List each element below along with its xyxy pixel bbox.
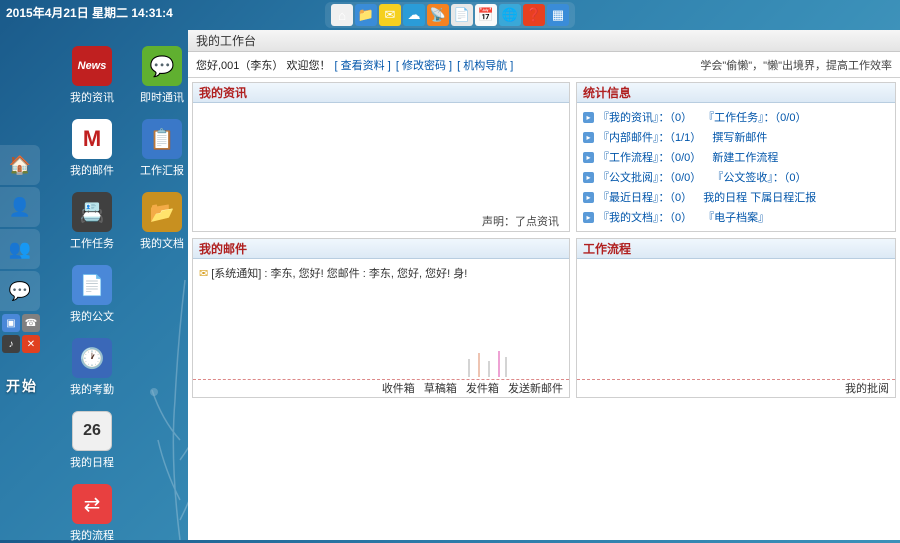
desktop-icon-label: 即时通讯: [136, 89, 188, 105]
stat-line: ▸『工作流程』：（0/0） 新建工作流程: [583, 147, 889, 167]
stat-line: ▸『公文批阅』：（0/0） 『公文签收』：（0）: [583, 167, 889, 187]
stat-link-b[interactable]: 『工作任务』：（0/0）: [703, 109, 806, 125]
stat-line: ▸『内部邮件』：（1/1） 撰写新邮件: [583, 127, 889, 147]
desktop-icon-1[interactable]: 💬 即时通讯: [136, 46, 188, 105]
dock-user-icon[interactable]: 👤: [0, 187, 40, 227]
dock-small-2[interactable]: ☎: [22, 314, 40, 332]
dock-group-icon[interactable]: 👥: [0, 229, 40, 269]
mail-panel: 我的邮件 ✉[系统通知] : 李东, 您好! 您邮件 : 李东, 您好, 您好!…: [192, 238, 570, 398]
desktop-icon-glyph: 🕐: [72, 338, 112, 378]
stat-line: ▸『最近日程』：（0） 我的日程 下属日程汇报: [583, 187, 889, 207]
desktop-icon-label: 我的资讯: [66, 89, 118, 105]
desktop-icon-glyph: M: [72, 119, 112, 159]
desktop-icon-label: 我的考勤: [66, 381, 118, 397]
stat-line: ▸『我的论坛』：（0） 工作汇报 他人汇报 新建汇报: [583, 227, 889, 232]
globe-icon[interactable]: 🌐: [499, 4, 521, 26]
desktop-icon-0[interactable]: News 我的资讯: [66, 46, 118, 105]
desktop-icon-2[interactable]: M 我的邮件: [66, 119, 118, 178]
stat-line: ▸『我的资讯』：（0） 『工作任务』：（0/0）: [583, 107, 889, 127]
desktop-icon-label: 工作任务: [66, 235, 118, 251]
mail-item[interactable]: ✉[系统通知] : 李东, 您好! 您邮件 : 李东, 您好, 您好! 身!: [199, 263, 563, 283]
workbench-window: 我的工作台 您好,001（李东） 欢迎您！ [ 查看资料 ] [ 修改密码 ] …: [188, 30, 900, 540]
stats-panel-header: 统计信息: [577, 83, 895, 103]
calendar-icon[interactable]: 📅: [475, 4, 497, 26]
desktop-icon-glyph: 26: [72, 411, 112, 451]
dock-chat-icon[interactable]: 💬: [0, 271, 40, 311]
mail-body: ✉[系统通知] : 李东, 您好! 您邮件 : 李东, 您好, 您好! 身!: [193, 259, 569, 379]
change-password-link[interactable]: [ 修改密码 ]: [396, 60, 452, 72]
stats-body: ▸『我的资讯』：（0） 『工作任务』：（0/0）▸『内部邮件』：（1/1） 撰写…: [577, 103, 895, 232]
desktop-icon-glyph: 📄: [72, 265, 112, 305]
desktop-icon-glyph: ⇄: [72, 484, 112, 524]
desktop-icon-label: 我的日程: [66, 454, 118, 470]
mail-icon[interactable]: ✉: [379, 4, 401, 26]
desktop-icon-label: 我的邮件: [66, 162, 118, 178]
greeting-bar: 您好,001（李东） 欢迎您！ [ 查看资料 ] [ 修改密码 ] [ 机构导航…: [188, 52, 900, 78]
cloud-icon[interactable]: ☁: [403, 4, 425, 26]
desktop-icon-5[interactable]: 📂 我的文档: [136, 192, 188, 251]
desktop-icon-3[interactable]: 📋 工作汇报: [136, 119, 188, 178]
desktop-icon-label: 我的文档: [136, 235, 188, 251]
greeting-text: 您好,001（李东） 欢迎您！: [196, 60, 330, 72]
help-icon[interactable]: ❓: [523, 4, 545, 26]
desktop-icon-label: 我的流程: [66, 527, 118, 543]
news-footnote: 声明：了点资讯: [482, 213, 559, 229]
left-dock: 🏠 👤 👥 💬 ▣ ☎ ♪ ✕: [0, 145, 42, 353]
stat-link-b[interactable]: 新建工作流程: [712, 149, 778, 165]
grid-icon[interactable]: ▦: [547, 4, 569, 26]
dock-small-4[interactable]: ✕: [22, 335, 40, 353]
desktop-icon-4[interactable]: 📇 工作任务: [66, 192, 118, 251]
workflow-panel-header: 工作流程: [577, 239, 895, 259]
stat-link-a[interactable]: 『我的论坛』：（0）: [598, 229, 692, 232]
desktop-icon-glyph: 💬: [142, 46, 182, 86]
stat-link-a[interactable]: 『我的资讯』：（0）: [598, 109, 692, 125]
stat-link-a[interactable]: 『内部邮件』：（1/1）: [598, 129, 701, 145]
drafts-link[interactable]: 草稿箱: [424, 383, 457, 395]
stat-link-b[interactable]: 我的日程 下属日程汇报: [703, 189, 816, 205]
desktop-icon-6[interactable]: 📄 我的公文: [66, 265, 118, 324]
stat-link-b[interactable]: 撰写新邮件: [712, 129, 767, 145]
dock-small-3[interactable]: ♪: [2, 335, 20, 353]
dock-home-icon[interactable]: 🏠: [0, 145, 40, 185]
datetime-display: 2015年4月21日 星期二 14:31:4: [6, 4, 173, 21]
desktop-icon-glyph: 📂: [142, 192, 182, 232]
rss-icon[interactable]: 📡: [427, 4, 449, 26]
view-profile-link[interactable]: [ 查看资料 ]: [335, 60, 391, 72]
stat-link-a[interactable]: 『我的文档』：（0）: [598, 209, 692, 225]
stat-line: ▸『我的文档』：（0） 『电子档案』: [583, 207, 889, 227]
desktop-icon-glyph: 📇: [72, 192, 112, 232]
folder-icon[interactable]: 📁: [355, 4, 377, 26]
desktop-icon-8[interactable]: 🕐 我的考勤: [66, 338, 118, 397]
greeting-motto: 学会"偷懒"，"懒"出境界，提高工作效率: [700, 57, 892, 73]
stat-link-b[interactable]: 『公文签收』：（0）: [712, 169, 806, 185]
stat-link-a[interactable]: 『公文批阅』：（0/0）: [598, 169, 701, 185]
mail-panel-header: 我的邮件: [193, 239, 569, 259]
desktop-icons: News 我的资讯 💬 即时通讯 M 我的邮件 📋 工作汇报 📇 工作任务 📂 我的文档 📄 我的公文 🕐 我…: [66, 46, 188, 543]
stats-panel: 统计信息 ▸『我的资讯』：（0） 『工作任务』：（0/0）▸『内部邮件』：（1/…: [576, 82, 896, 232]
desktop-icon-label: 工作汇报: [136, 162, 188, 178]
my-approval-link[interactable]: 我的批阅: [845, 383, 889, 395]
stat-link-a[interactable]: 『最近日程』：（0）: [598, 189, 692, 205]
stat-link-b[interactable]: 工作汇报 他人汇报 新建汇报: [703, 229, 841, 232]
org-nav-link[interactable]: [ 机构导航 ]: [457, 60, 513, 72]
stat-link-b[interactable]: 『电子档案』: [703, 209, 769, 225]
desktop-icon-glyph: News: [72, 46, 112, 86]
top-toolbar: ⌂ 📁 ✉ ☁ 📡 📄 📅 🌐 ❓ ▦: [325, 2, 575, 28]
desktop-icon-12[interactable]: ⇄ 我的流程: [66, 484, 118, 543]
news-panel-header: 我的资讯: [193, 83, 569, 103]
home-icon[interactable]: ⌂: [331, 4, 353, 26]
dock-small-1[interactable]: ▣: [2, 314, 20, 332]
desktop-icon-glyph: 📋: [142, 119, 182, 159]
note-icon[interactable]: 📄: [451, 4, 473, 26]
inbox-link[interactable]: 收件箱: [382, 383, 415, 395]
workbench-title: 我的工作台: [188, 30, 900, 52]
stat-link-a[interactable]: 『工作流程』：（0/0）: [598, 149, 701, 165]
news-panel: 我的资讯 声明：了点资讯: [192, 82, 570, 232]
workflow-panel: 工作流程 我的批阅: [576, 238, 896, 398]
desktop-icon-label: 我的公文: [66, 308, 118, 324]
sent-link[interactable]: 发件箱: [466, 383, 499, 395]
desktop-icon-10[interactable]: 26 我的日程: [66, 411, 118, 470]
compose-link[interactable]: 发送新邮件: [508, 383, 563, 395]
start-button[interactable]: 开始: [6, 376, 38, 396]
